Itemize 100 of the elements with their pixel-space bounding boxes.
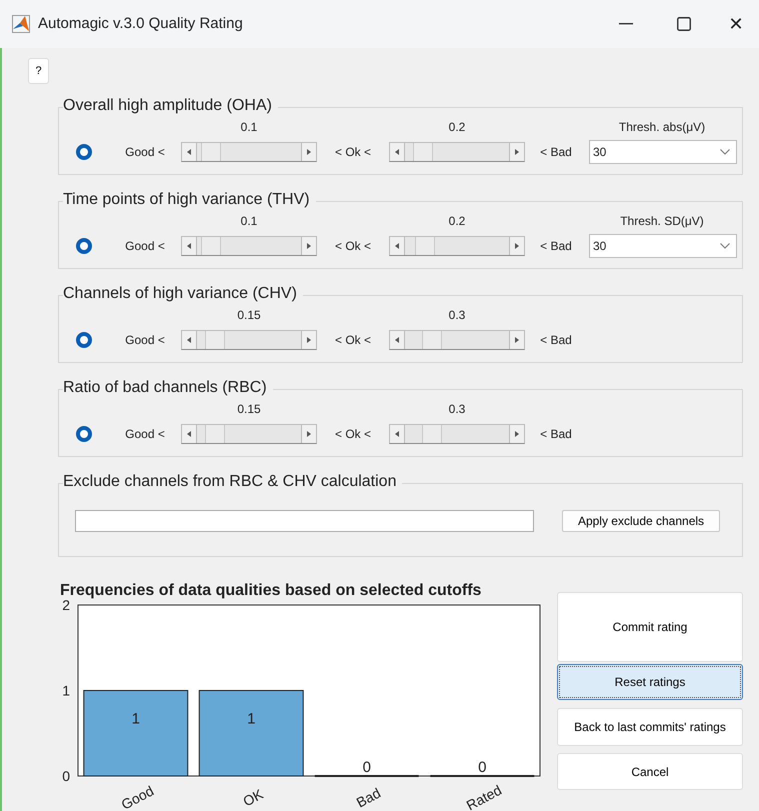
action-button[interactable]: Commit rating	[557, 592, 743, 662]
x-tick-label: Good	[118, 782, 156, 811]
threshold-dropdown[interactable]: 30	[589, 140, 737, 164]
radio-button[interactable]	[76, 332, 92, 348]
good-label: Good <	[124, 426, 166, 443]
right-arrow-icon	[307, 431, 311, 437]
window-title: Automagic v.3.0 Quality Rating	[38, 14, 243, 34]
chart-title: Frequencies of data qualities based on selected cutoffs	[60, 582, 482, 600]
left-arrow-icon	[187, 243, 191, 249]
data-label: 1	[247, 710, 256, 728]
right-arrow-icon	[307, 149, 311, 155]
right-arrow-icon	[307, 243, 311, 249]
scroll-left-button[interactable]	[390, 237, 404, 255]
cutoff-value: 0.15	[236, 307, 262, 324]
good-label: Good <	[124, 144, 166, 161]
threshold-label: Thresh. abs(μV)	[618, 119, 706, 136]
cutoff-value: 0.2	[448, 213, 466, 230]
bad-label: < Bad	[539, 332, 573, 349]
scroll-right-button[interactable]	[302, 143, 316, 161]
ok-label: < Ok <	[334, 238, 372, 255]
left-arrow-icon	[187, 431, 191, 437]
slider-thumb[interactable]	[205, 331, 226, 349]
cutoff-value: 0.3	[448, 401, 466, 418]
right-arrow-icon	[515, 243, 519, 249]
scroll-left-button[interactable]	[390, 143, 404, 161]
scroll-right-button[interactable]	[510, 331, 524, 349]
data-label: 0	[478, 759, 486, 776]
scroll-left-button[interactable]	[182, 143, 196, 161]
chevron-icon	[720, 149, 730, 155]
action-button[interactable]: Reset ratings	[557, 664, 743, 700]
scroll-right-button[interactable]	[302, 331, 316, 349]
scroll-left-button[interactable]	[390, 425, 404, 443]
panel-title: Time points of high variance (THV)	[63, 191, 316, 209]
minimize-icon[interactable]	[619, 23, 633, 25]
scroll-right-button[interactable]	[302, 425, 316, 443]
slider-thumb[interactable]	[422, 425, 442, 443]
cutoff-value: 0.3	[448, 307, 466, 324]
slider-thumb[interactable]	[205, 425, 226, 443]
slider[interactable]	[389, 424, 525, 444]
left-arrow-icon	[395, 149, 399, 155]
threshold-dropdown[interactable]: 30	[589, 234, 737, 258]
x-tick-label: OK	[240, 786, 266, 810]
scroll-right-button[interactable]	[510, 425, 524, 443]
threshold-label: Thresh. SD(μV)	[619, 213, 705, 230]
app-logo-icon	[12, 15, 30, 33]
ok-label: < Ok <	[334, 426, 372, 443]
dropdown-value: 30	[593, 144, 606, 161]
scroll-left-button[interactable]	[390, 331, 404, 349]
slider[interactable]	[389, 142, 525, 162]
close-button[interactable]: ✕	[713, 0, 759, 48]
action-button[interactable]: Back to last commits' ratings	[557, 708, 743, 746]
radio-button[interactable]	[76, 144, 92, 160]
data-label: 0	[362, 759, 371, 776]
cutoff-value: 0.15	[236, 401, 262, 418]
bad-label: < Bad	[539, 426, 573, 443]
cutoff-value: 0.2	[448, 119, 466, 136]
slider-thumb[interactable]	[415, 237, 436, 255]
slider[interactable]	[389, 236, 525, 256]
ok-label: < Ok <	[334, 332, 372, 349]
slider-thumb[interactable]	[201, 143, 222, 161]
dropdown-value: 30	[593, 238, 606, 255]
slider[interactable]	[181, 330, 317, 350]
scroll-right-button[interactable]	[510, 237, 524, 255]
panel-title: Ratio of bad channels (RBC)	[63, 379, 273, 397]
panel-title: Overall high amplitude (OHA)	[63, 97, 278, 115]
scroll-right-button[interactable]	[302, 237, 316, 255]
scroll-right-button[interactable]	[510, 143, 524, 161]
slider-thumb[interactable]	[201, 237, 222, 255]
bad-label: < Bad	[539, 238, 573, 255]
radio-button[interactable]	[76, 238, 92, 254]
right-arrow-icon	[515, 337, 519, 343]
chevron-icon	[720, 243, 730, 249]
scroll-left-button[interactable]	[182, 331, 196, 349]
help-button[interactable]: ?	[28, 58, 49, 84]
slider-thumb[interactable]	[422, 331, 442, 349]
y-tick-label: 2	[62, 600, 70, 613]
maximize-icon[interactable]	[677, 17, 691, 31]
ok-label: < Ok <	[334, 144, 372, 161]
action-button[interactable]: Cancel	[557, 753, 743, 790]
slider[interactable]	[181, 236, 317, 256]
scroll-left-button[interactable]	[182, 237, 196, 255]
x-tick-label: Bad	[354, 784, 384, 810]
left-arrow-icon	[395, 431, 399, 437]
slider[interactable]	[181, 424, 317, 444]
slider[interactable]	[181, 142, 317, 162]
channels-input-field[interactable]	[75, 510, 534, 532]
slider[interactable]	[389, 330, 525, 350]
right-arrow-icon	[307, 337, 311, 343]
right-arrow-icon	[515, 431, 519, 437]
radio-button[interactable]	[76, 426, 92, 442]
bad-label: < Bad	[539, 144, 573, 161]
scroll-left-button[interactable]	[182, 425, 196, 443]
cutoff-value: 0.1	[240, 119, 258, 136]
left-arrow-icon	[395, 337, 399, 343]
panel-title: Channels of high variance (CHV)	[63, 285, 303, 303]
slider-thumb[interactable]	[413, 143, 434, 161]
left-arrow-icon	[187, 337, 191, 343]
good-label: Good <	[124, 332, 166, 349]
good-label: Good <	[124, 238, 166, 255]
apply-exclude-button[interactable]: Apply exclude channels	[562, 510, 720, 532]
